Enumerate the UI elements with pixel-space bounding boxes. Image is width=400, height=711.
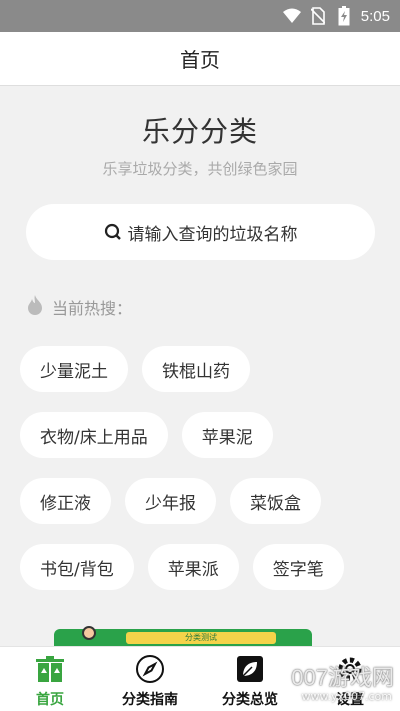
tab-home[interactable]: 首页 xyxy=(0,647,100,711)
banner-person-icon xyxy=(82,626,96,640)
hot-search-label: 当前热搜： xyxy=(52,299,133,318)
search-icon xyxy=(104,223,122,241)
hot-tag[interactable]: 修正液 xyxy=(20,478,111,524)
status-bar: 5:05 xyxy=(0,0,400,32)
tab-overview-label: 分类总览 xyxy=(222,692,278,708)
app-name: 乐分分类 xyxy=(141,115,258,148)
tag-row: 衣物/床上用品 苹果泥 xyxy=(20,412,390,458)
tag-row: 少量泥土 铁棍山药 xyxy=(20,346,390,392)
tab-overview[interactable]: 分类总览 xyxy=(200,647,300,711)
banner-strip: 分类测试 xyxy=(126,632,276,644)
tag-row: 书包/背包 苹果派 签字笔 xyxy=(20,544,390,590)
hot-tag[interactable]: 少年报 xyxy=(125,478,216,524)
quiz-banner[interactable]: 分类测试 xyxy=(0,625,400,646)
leaf-icon xyxy=(234,653,266,685)
tab-guide[interactable]: 分类指南 xyxy=(100,647,200,711)
status-time: 5:05 xyxy=(360,7,390,25)
hot-tag[interactable]: 铁棍山药 xyxy=(142,346,250,392)
hot-tag[interactable]: 衣物/床上用品 xyxy=(20,412,168,458)
hot-tag[interactable]: 书包/背包 xyxy=(20,544,134,590)
title-bar: 首页 xyxy=(0,32,400,86)
hot-tag[interactable]: 苹果泥 xyxy=(181,412,273,458)
wifi-icon xyxy=(282,7,301,25)
trash-bins-icon xyxy=(34,653,66,685)
tag-row: 修正液 少年报 菜饭盒 xyxy=(20,478,390,524)
hot-tag[interactable]: 苹果派 xyxy=(147,544,239,590)
tab-home-label: 首页 xyxy=(36,692,64,708)
hero: 乐分分类 乐享垃圾分类，共创绿色家园 xyxy=(0,110,400,179)
watermark-url: www.yx007.com xyxy=(301,690,392,703)
hot-search-tags: 少量泥土 铁棍山药 衣物/床上用品 苹果泥 修正液 少年报 菜饭盒 书包/背包 … xyxy=(20,346,390,610)
no-sim-icon xyxy=(309,7,327,25)
search-input[interactable]: 请输入查询的垃圾名称 xyxy=(26,204,375,260)
app-slogan: 乐享垃圾分类，共创绿色家园 xyxy=(102,160,298,178)
hot-search-header: 当前热搜： xyxy=(26,292,132,322)
tab-guide-label: 分类指南 xyxy=(122,692,178,708)
compass-icon xyxy=(134,653,166,685)
fire-icon xyxy=(26,294,44,320)
watermark: 007游戏网 xyxy=(291,665,394,690)
hot-tag[interactable]: 菜饭盒 xyxy=(230,478,321,524)
battery-charging-icon xyxy=(335,6,353,26)
hot-tag[interactable]: 少量泥土 xyxy=(20,346,128,392)
search-placeholder: 请输入查询的垃圾名称 xyxy=(127,224,298,245)
hot-tag[interactable]: 签字笔 xyxy=(252,544,344,590)
page-title: 首页 xyxy=(180,48,220,72)
